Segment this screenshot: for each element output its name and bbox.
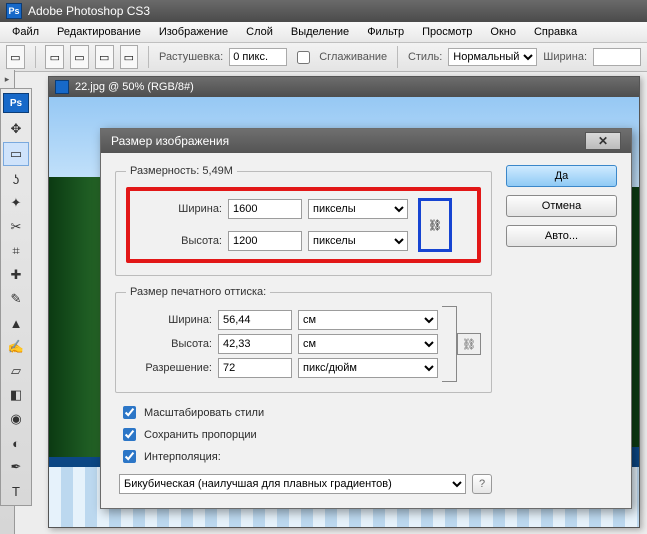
app-logo-icon: Ps xyxy=(6,3,22,19)
print-size-group: Размер печатного оттиска: Ширина: см Выс… xyxy=(115,286,492,393)
dimensions-value: 5,49M xyxy=(202,165,233,177)
px-width-label: Ширина: xyxy=(136,203,222,215)
separator xyxy=(35,46,36,68)
scale-styles-checkbox-label[interactable]: Масштабировать стили xyxy=(119,403,492,422)
print-width-label: Ширина: xyxy=(126,314,212,326)
px-width-unit-select[interactable]: пикселы xyxy=(308,199,408,219)
ps-badge-icon: Ps xyxy=(3,93,29,113)
feather-input[interactable] xyxy=(229,48,287,66)
px-width-input[interactable] xyxy=(228,199,302,219)
resample-checkbox-label[interactable]: Интерполяция: xyxy=(119,447,492,466)
tool-crop[interactable]: ✂ xyxy=(4,216,28,238)
chevron-right-icon: ▸ xyxy=(5,74,10,85)
feather-label: Растушевка: xyxy=(159,51,223,63)
menu-filter[interactable]: Фильтр xyxy=(359,24,412,40)
document-title: 22.jpg @ 50% (RGB/8#) xyxy=(75,81,194,93)
link-icon[interactable]: ⛓ xyxy=(457,333,481,355)
print-size-legend: Размер печатного оттиска: xyxy=(126,286,270,298)
app-title: Adobe Photoshop CS3 xyxy=(28,4,150,18)
print-height-label: Высота: xyxy=(126,338,212,350)
tool-heal[interactable]: ✚ xyxy=(4,264,28,286)
options-bar: ▭ ▭ ▭ ▭ ▭ Растушевка: Сглаживание Стиль:… xyxy=(0,43,647,72)
add-selection-icon[interactable]: ▭ xyxy=(70,45,89,69)
tool-gradient[interactable]: ◧ xyxy=(4,384,28,406)
highlight-link-box: ⛓ xyxy=(418,198,452,252)
print-height-unit-select[interactable]: см xyxy=(298,334,438,354)
menu-layer[interactable]: Слой xyxy=(238,24,281,40)
style-label: Стиль: xyxy=(408,51,442,63)
pixel-dimensions-legend: Размерность: 5,49M xyxy=(126,165,237,177)
menu-edit[interactable]: Редактирование xyxy=(49,24,149,40)
menu-select[interactable]: Выделение xyxy=(283,24,357,40)
separator xyxy=(397,46,398,68)
style-select[interactable]: Нормальный xyxy=(448,48,537,66)
resample-checkbox[interactable] xyxy=(123,450,136,463)
subtract-selection-icon[interactable]: ▭ xyxy=(95,45,114,69)
menu-image[interactable]: Изображение xyxy=(151,24,236,40)
tool-brush[interactable]: ✎ xyxy=(4,288,28,310)
px-height-input[interactable] xyxy=(228,231,302,251)
tool-type[interactable]: T xyxy=(4,480,28,502)
new-selection-icon[interactable]: ▭ xyxy=(45,45,64,69)
menu-window[interactable]: Окно xyxy=(482,24,524,40)
constrain-checkbox[interactable] xyxy=(123,428,136,441)
document-titlebar[interactable]: 22.jpg @ 50% (RGB/8#) xyxy=(49,77,639,97)
width-input[interactable] xyxy=(593,48,641,66)
document-icon xyxy=(55,80,69,94)
px-height-unit-select[interactable]: пикселы xyxy=(308,231,408,251)
px-height-label: Высота: xyxy=(136,235,222,247)
link-bracket-icon xyxy=(442,306,457,382)
auto-button[interactable]: Авто... xyxy=(506,225,617,247)
tool-dodge[interactable]: ◐ xyxy=(4,432,28,454)
tool-stamp[interactable]: ▲ xyxy=(4,312,28,334)
menu-view[interactable]: Просмотр xyxy=(414,24,480,40)
app-titlebar: Ps Adobe Photoshop CS3 xyxy=(0,0,647,22)
menubar: Файл Редактирование Изображение Слой Выд… xyxy=(0,22,647,43)
tool-eraser[interactable]: ▱ xyxy=(4,360,28,382)
tool-move[interactable]: ✥ xyxy=(4,118,28,140)
intersect-selection-icon[interactable]: ▭ xyxy=(120,45,139,69)
tool-slice[interactable]: ⌗ xyxy=(4,240,28,262)
highlight-box: Ширина: пикселы Высота: пикселы ⛓ xyxy=(126,187,481,263)
close-button[interactable]: ✕ xyxy=(585,132,621,150)
scale-styles-checkbox[interactable] xyxy=(123,406,136,419)
dialog-titlebar[interactable]: Размер изображения ✕ xyxy=(101,129,631,153)
antialias-checkbox[interactable] xyxy=(297,51,310,64)
print-width-input[interactable] xyxy=(218,310,292,330)
resolution-unit-select[interactable]: пикс/дюйм xyxy=(298,358,438,378)
pixel-dimensions-group: Размерность: 5,49M Ширина: пикселы Высот… xyxy=(115,165,492,276)
tool-preset-icon[interactable]: ▭ xyxy=(6,45,25,69)
tool-wand[interactable]: ✦ xyxy=(4,192,28,214)
help-icon[interactable]: ? xyxy=(472,474,492,494)
tool-marquee[interactable]: ▭ xyxy=(3,142,29,166)
interpolation-select[interactable]: Бикубическая (наилучшая для плавных град… xyxy=(119,474,466,494)
ok-button[interactable]: Да xyxy=(506,165,617,187)
print-height-input[interactable] xyxy=(218,334,292,354)
link-icon[interactable]: ⛓ xyxy=(428,219,442,232)
cancel-button[interactable]: Отмена xyxy=(506,195,617,217)
width-label: Ширина: xyxy=(543,51,587,63)
menu-file[interactable]: Файл xyxy=(4,24,47,40)
image-size-dialog: Размер изображения ✕ Размерность: 5,49M … xyxy=(100,128,632,509)
menu-help[interactable]: Справка xyxy=(526,24,585,40)
constrain-checkbox-label[interactable]: Сохранить пропорции xyxy=(119,425,492,444)
resolution-input[interactable] xyxy=(218,358,292,378)
tool-pen[interactable]: ✒ xyxy=(4,456,28,478)
tool-blur[interactable]: ◉ xyxy=(4,408,28,430)
print-width-unit-select[interactable]: см xyxy=(298,310,438,330)
tool-history-brush[interactable]: ✍ xyxy=(4,336,28,358)
toolbox: Ps ✥ ▭ ʖ ✦ ✂ ⌗ ✚ ✎ ▲ ✍ ▱ ◧ ◉ ◐ ✒ T xyxy=(0,88,32,506)
resolution-label: Разрешение: xyxy=(126,362,212,374)
tool-lasso[interactable]: ʖ xyxy=(4,168,28,190)
separator xyxy=(148,46,149,68)
dialog-title: Размер изображения xyxy=(111,134,229,148)
antialias-label: Сглаживание xyxy=(319,51,387,63)
